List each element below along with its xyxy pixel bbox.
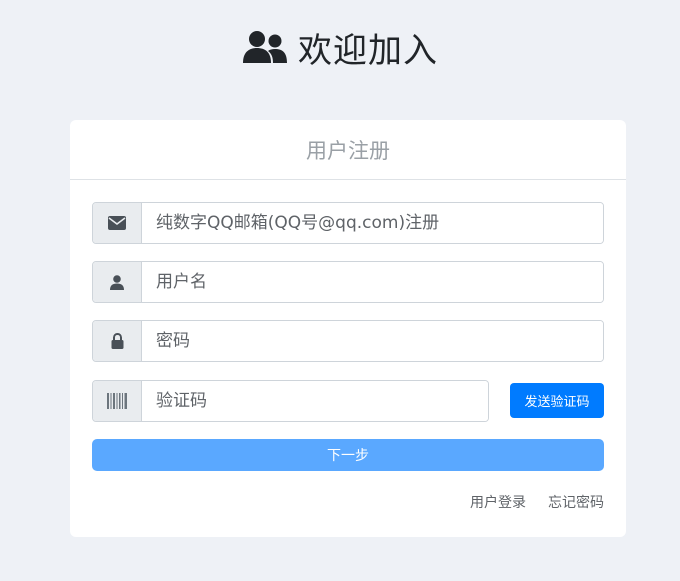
card-title: 用户注册 — [306, 138, 390, 163]
username-input[interactable] — [142, 262, 603, 302]
envelope-icon — [93, 203, 142, 243]
password-input[interactable] — [142, 321, 603, 361]
page-title: 欢迎加入 — [298, 30, 438, 71]
email-input[interactable] — [142, 203, 603, 243]
barcode-icon — [93, 381, 142, 421]
forgot-password-link[interactable]: 忘记密码 — [548, 492, 604, 512]
register-card: 用户注册 纯数字QQ邮箱(QQ号@qq.com)注册 用户名 验证码 发送验证码… — [70, 120, 626, 537]
page-header: 欢迎加入 — [0, 22, 680, 72]
next-step-button[interactable]: 下一步 — [92, 439, 604, 471]
username-input-group — [92, 261, 604, 303]
verification-code-input[interactable] — [142, 381, 488, 421]
user-icon — [93, 262, 142, 302]
page: 欢迎加入 用户注册 纯数字QQ邮箱(QQ号@qq.com)注册 用户名 验证码 … — [0, 0, 680, 581]
send-code-button[interactable]: 发送验证码 — [510, 383, 604, 418]
footer-links: 用户登录 忘记密码 — [470, 492, 604, 512]
login-link[interactable]: 用户登录 — [470, 492, 526, 512]
lock-icon — [93, 321, 142, 361]
password-input-group — [92, 320, 604, 362]
email-input-group — [92, 202, 604, 244]
code-input-group — [92, 380, 489, 422]
card-header: 用户注册 — [70, 120, 626, 180]
users-icon — [242, 30, 288, 64]
